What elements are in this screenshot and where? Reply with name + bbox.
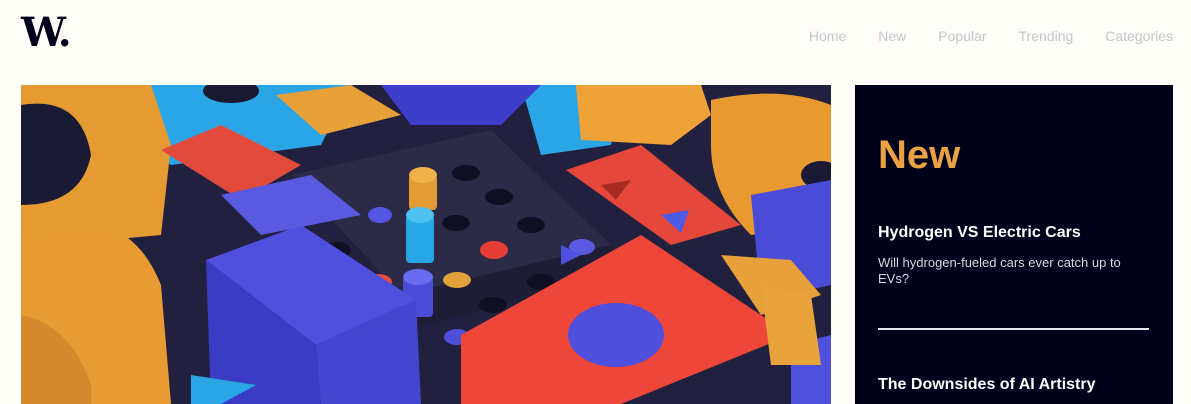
divider <box>878 328 1149 330</box>
panel-title: New <box>878 133 961 177</box>
site-logo[interactable]: W. <box>21 13 72 53</box>
article-title[interactable]: The Downsides of AI Artistry <box>878 375 1168 395</box>
main-nav: Home New Popular Trending Categories <box>809 27 1173 45</box>
nav-categories[interactable]: Categories <box>1105 27 1173 45</box>
new-articles-panel: New Hydrogen VS Electric Cars Will hydro… <box>855 85 1173 404</box>
article-item[interactable]: The Downsides of AI Artistry <box>878 375 1168 395</box>
hero-image[interactable] <box>21 85 831 404</box>
article-description: Will hydrogen-fueled cars ever catch up … <box>878 255 1121 286</box>
nav-new[interactable]: New <box>878 27 906 45</box>
article-title[interactable]: Hydrogen VS Electric Cars <box>878 223 1148 243</box>
nav-popular[interactable]: Popular <box>938 27 986 45</box>
nav-home[interactable]: Home <box>809 27 846 45</box>
article-item[interactable]: Hydrogen VS Electric Cars Will hydrogen-… <box>878 223 1148 287</box>
hero-illustration <box>21 85 831 404</box>
nav-trending[interactable]: Trending <box>1019 27 1074 45</box>
